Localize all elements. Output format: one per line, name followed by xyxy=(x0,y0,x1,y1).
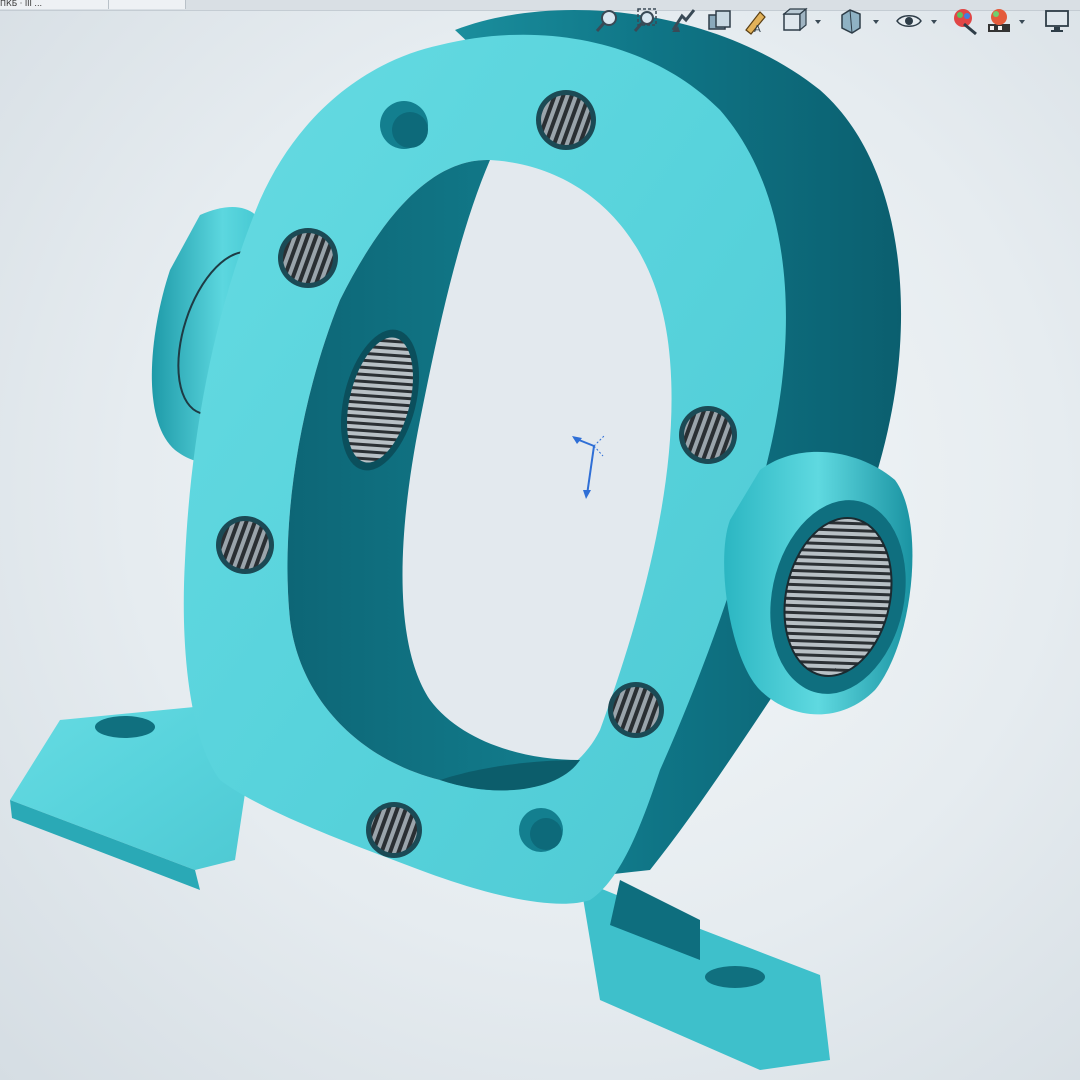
graphics-area[interactable]: ПКБ · III ... A xyxy=(0,0,1080,1080)
zoom-to-fit-icon[interactable] xyxy=(592,6,622,36)
view-orientation-icon[interactable] xyxy=(778,6,808,36)
plain-hole[interactable] xyxy=(380,101,428,149)
previous-view-icon[interactable] xyxy=(668,6,698,36)
threaded-hole[interactable] xyxy=(216,516,274,574)
view-settings-icon[interactable] xyxy=(1042,6,1072,36)
display-style-icon[interactable] xyxy=(836,6,866,36)
threaded-hole[interactable] xyxy=(536,90,596,150)
display-style-dropdown-icon[interactable] xyxy=(872,18,880,26)
threaded-hole[interactable] xyxy=(679,406,737,464)
section-view-icon[interactable] xyxy=(704,6,734,36)
view-orientation-dropdown-icon[interactable] xyxy=(814,18,822,26)
hide-show-items-icon[interactable] xyxy=(894,6,924,36)
plain-hole[interactable] xyxy=(519,808,563,852)
svg-text:A: A xyxy=(754,24,761,35)
apply-scene-icon[interactable] xyxy=(984,6,1014,36)
apply-scene-dropdown-icon[interactable] xyxy=(1018,18,1026,26)
edit-appearance-icon[interactable] xyxy=(950,6,980,36)
heads-up-view-toolbar: A xyxy=(592,4,1080,38)
threaded-hole[interactable] xyxy=(608,682,664,738)
threaded-hole[interactable] xyxy=(366,802,422,858)
model-viewport[interactable] xyxy=(0,0,1080,1080)
zoom-to-area-icon[interactable] xyxy=(630,6,660,36)
hide-show-dropdown-icon[interactable] xyxy=(930,18,938,26)
threaded-hole[interactable] xyxy=(278,228,338,288)
right-port-boss[interactable] xyxy=(724,451,923,715)
dynamic-annotation-icon[interactable]: A xyxy=(740,6,770,36)
